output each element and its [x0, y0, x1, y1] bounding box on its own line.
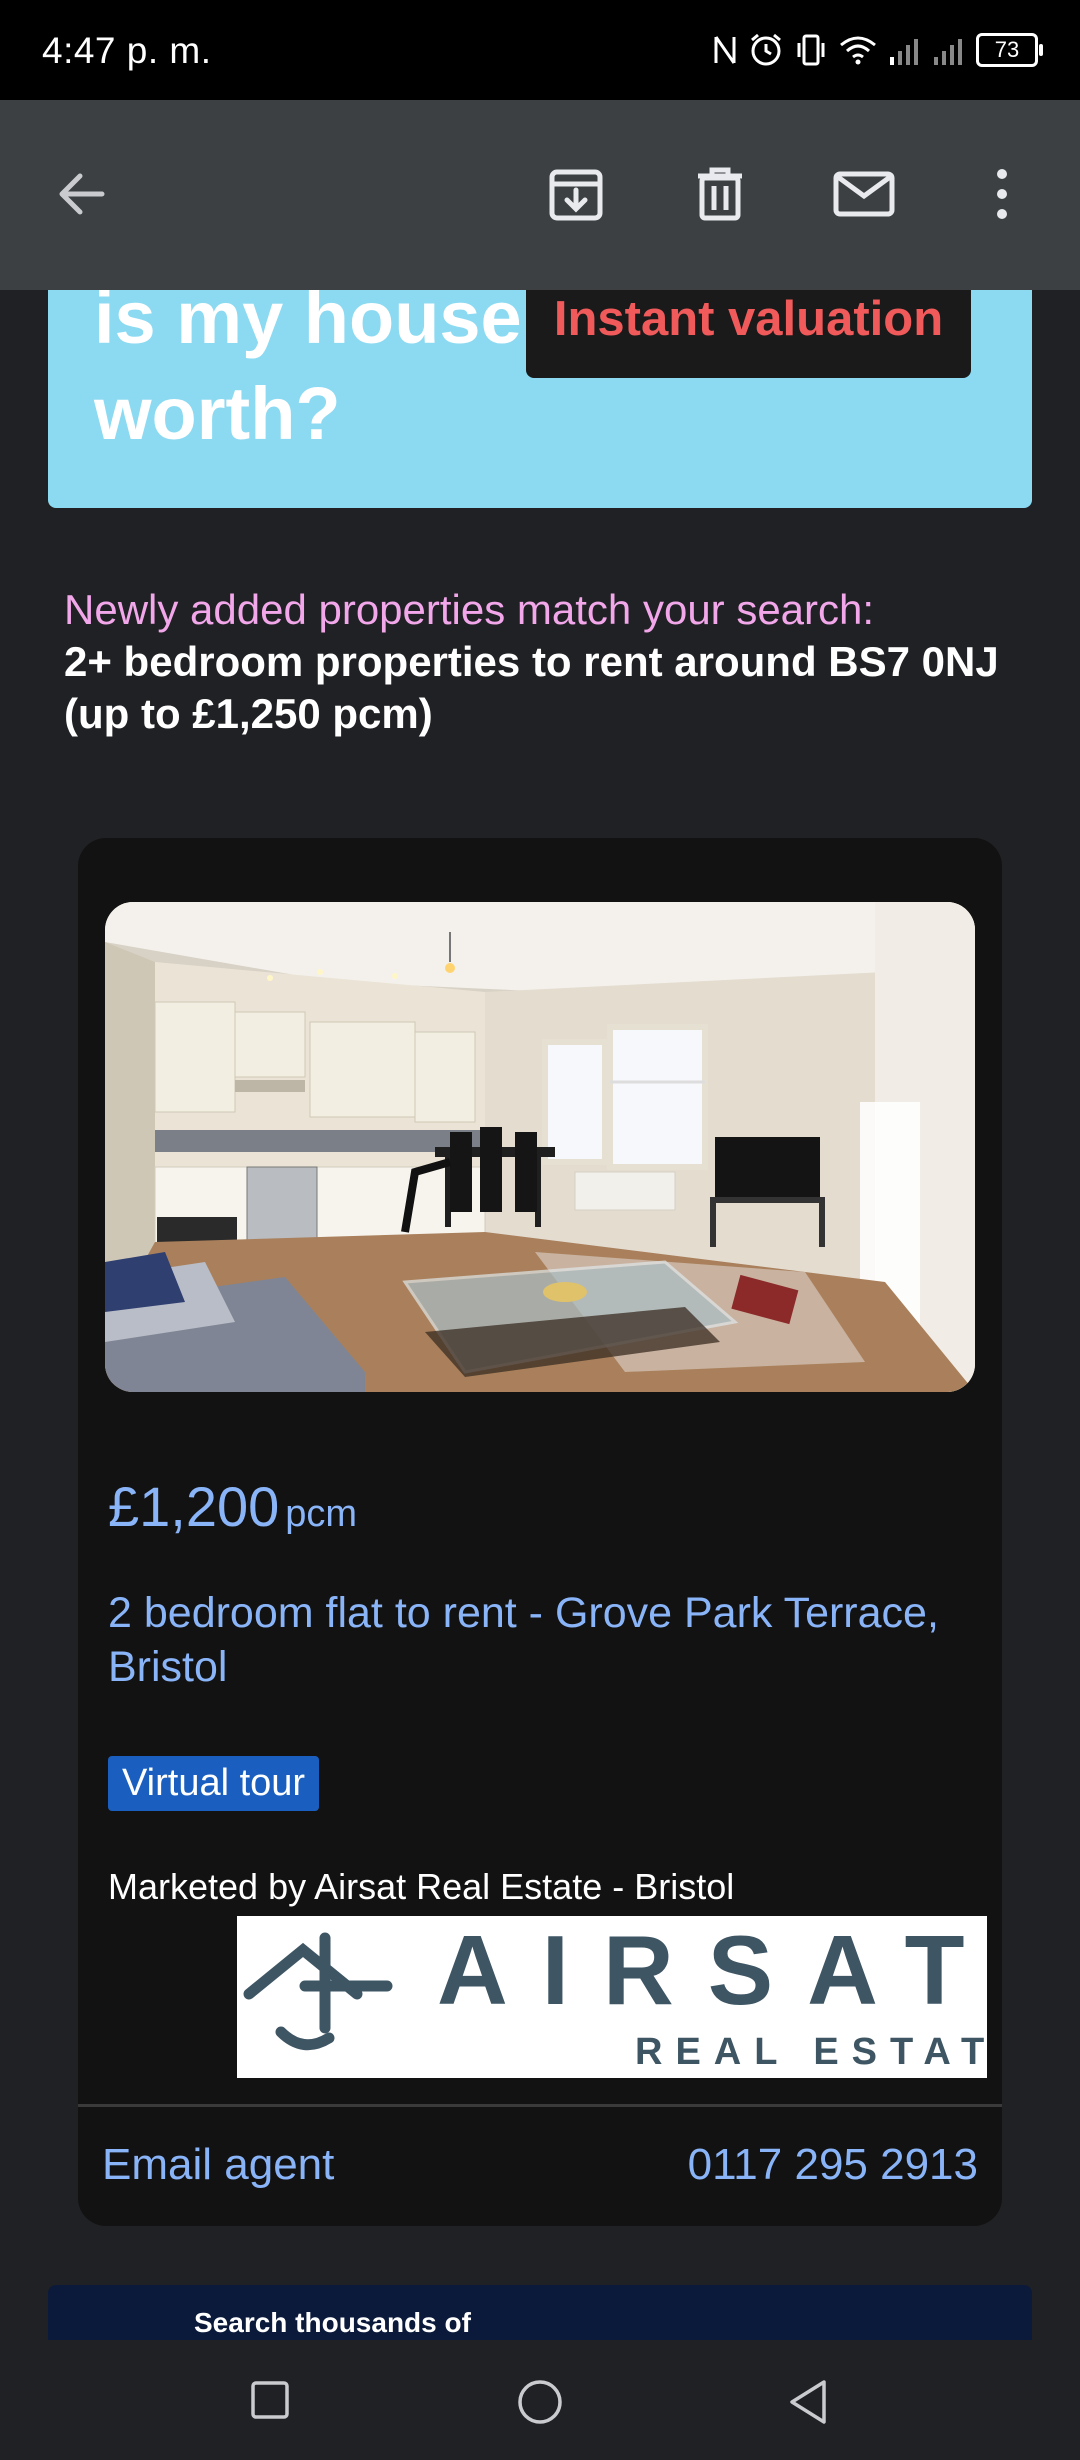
status-bar: 4:47 p. m. 73: [0, 0, 1080, 100]
wifi-icon: [840, 36, 876, 65]
alarm-icon: [751, 33, 781, 66]
instant-valuation-button[interactable]: Instant valuation: [526, 290, 971, 378]
property-photo[interactable]: [105, 902, 975, 1392]
banner-headline: is my house worth?: [94, 290, 522, 455]
agent-logo[interactable]: AIRSAT REAL ESTATE: [237, 1915, 1002, 2078]
email-agent-link[interactable]: Email agent: [102, 2140, 334, 2190]
signal-icon: [934, 39, 962, 65]
search-promo-banner[interactable]: Search thousands of: [48, 2285, 1032, 2340]
card-divider: [78, 2104, 1002, 2107]
status-time: 4:47 p. m.: [42, 30, 212, 71]
agent-phone-link[interactable]: 0117 295 2913: [688, 2140, 978, 2190]
price-unit: pcm: [285, 1493, 358, 1535]
recents-icon[interactable]: [250, 2380, 290, 2420]
vibrate-icon: [797, 34, 825, 66]
marketed-by: Marketed by Airsat Real Estate - Bristol: [108, 1866, 735, 1907]
logo-wordmark: AIRSAT: [437, 1916, 987, 2025]
more-vert-icon[interactable]: [970, 162, 1034, 226]
system-nav-bar: [0, 2340, 1080, 2460]
logo-subtext: REAL ESTATE: [635, 2031, 987, 2073]
delete-icon[interactable]: [688, 162, 752, 226]
listing-price[interactable]: £1,200 pcm: [108, 1474, 357, 1539]
search-criteria: 2+ bedroom properties to rent around BS7…: [64, 638, 999, 737]
search-summary-lead: Newly added properties match your search…: [64, 586, 875, 633]
battery-icon: 73: [976, 33, 1043, 67]
email-toolbar: [0, 100, 1080, 290]
property-card: £1,200 pcm 2 bedroom flat to rent - Grove…: [78, 838, 1002, 2226]
promo-text: Search thousands of: [194, 2307, 471, 2338]
valuation-banner[interactable]: is my house worth? Instant valuation: [48, 290, 1032, 508]
home-icon[interactable]: [516, 2378, 564, 2426]
nfc-icon: [714, 36, 736, 64]
mark-unread-icon[interactable]: [832, 162, 896, 226]
airsat-logo-image: AIRSAT REAL ESTATE: [243, 1915, 1002, 2073]
archive-icon[interactable]: [544, 162, 608, 226]
search-summary: Newly added properties match your search…: [64, 584, 1024, 740]
signal-icon: [890, 39, 918, 65]
back-icon[interactable]: [786, 2378, 830, 2426]
virtual-tour-badge[interactable]: Virtual tour: [108, 1756, 320, 1811]
email-body: is my house worth? Instant valuation New…: [0, 290, 1080, 2340]
back-arrow-icon[interactable]: [50, 162, 114, 226]
price-amount: £1,200: [108, 1475, 280, 1538]
property-photo-image: [105, 902, 975, 1392]
listing-title-link[interactable]: 2 bedroom flat to rent - Grove Park Terr…: [108, 1586, 978, 1694]
status-icons: 73: [712, 28, 1043, 72]
